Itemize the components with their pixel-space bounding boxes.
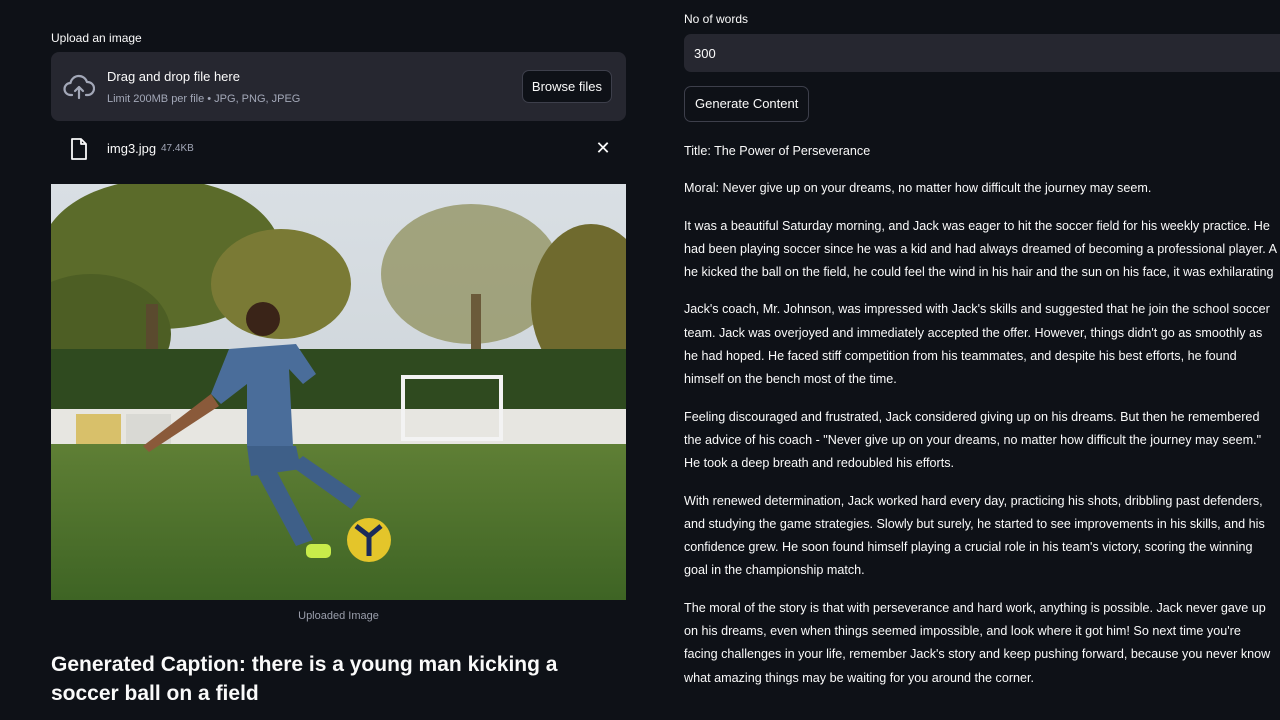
- file-name: img3.jpg: [107, 141, 157, 156]
- story-line: goal in the championship match.: [684, 563, 865, 578]
- word-count-label: No of words: [684, 12, 749, 26]
- story-paragraph: The moral of the story is that with pers…: [684, 597, 1280, 690]
- close-icon[interactable]: ✕: [594, 139, 612, 157]
- story-line: what amazing things may be waiting for y…: [684, 670, 1035, 685]
- generate-content-button[interactable]: Generate Content: [684, 86, 810, 122]
- story-line: and studying the game strategies. Slowly…: [684, 516, 1265, 531]
- story-line: himself on the bench most of the time.: [684, 372, 897, 387]
- story-line: With renewed determination, Jack worked …: [684, 493, 1263, 508]
- story-line: had been playing soccer since he was a k…: [684, 241, 1277, 256]
- browse-files-button[interactable]: Browse files: [521, 70, 612, 103]
- uploaded-image: [51, 184, 626, 600]
- file-icon: [71, 138, 87, 160]
- story-paragraph: With renewed determination, Jack worked …: [684, 490, 1280, 583]
- story-line: he kicked the ball on the field, he coul…: [684, 265, 1274, 280]
- uploaded-file-row: img3.jpg 47.4KB ✕: [51, 136, 626, 162]
- story-paragraph: Feeling discouraged and frustrated, Jack…: [684, 406, 1280, 476]
- file-size: 47.4KB: [161, 143, 194, 154]
- generated-caption: Generated Caption: there is a young man …: [51, 653, 558, 705]
- story-paragraph: It was a beautiful Saturday morning, and…: [684, 215, 1280, 285]
- story-paragraph: Jack's coach, Mr. Johnson, was impressed…: [684, 298, 1280, 391]
- story-line: the advice of his coach - "Never give up…: [684, 432, 1262, 447]
- generated-story: Title: The Power of Perseverance Moral: …: [684, 140, 1280, 704]
- story-line: facing challenges in your life, remember…: [684, 647, 1271, 662]
- dropzone-limits: Limit 200MB per file • JPG, PNG, JPEG: [107, 93, 301, 105]
- story-moral: Moral: Never give up on your dreams, no …: [684, 181, 1152, 196]
- story-line: team. Jack was overjoyed and immediately…: [684, 325, 1263, 340]
- story-title: Title: The Power of Perseverance: [684, 144, 871, 158]
- story-line: He took a deep breath and redoubled his …: [684, 456, 955, 471]
- story-line: confidence grew. He soon found himself p…: [684, 540, 1253, 555]
- story-line: It was a beautiful Saturday morning, and…: [684, 218, 1270, 233]
- story-line: The moral of the story is that with pers…: [684, 600, 1266, 615]
- upload-label: Upload an image: [51, 31, 142, 45]
- story-paragraphs: It was a beautiful Saturday morning, and…: [684, 215, 1280, 690]
- right-column: No of words Generate Content Title: The …: [684, 0, 1280, 720]
- story-line: Feeling discouraged and frustrated, Jack…: [684, 409, 1260, 424]
- story-line: Jack's coach, Mr. Johnson, was impressed…: [684, 302, 1270, 317]
- story-line: on his dreams, even when things seemed i…: [684, 624, 1241, 639]
- word-count-input[interactable]: [684, 34, 1280, 72]
- story-line: he had hoped. He faced stiff competition…: [684, 349, 1237, 364]
- image-caption: Uploaded Image: [298, 610, 379, 622]
- left-column: Upload an image Drag and drop file here …: [51, 0, 626, 720]
- dropzone-title: Drag and drop file here: [107, 69, 240, 84]
- cloud-upload-icon: [63, 74, 95, 100]
- file-dropzone[interactable]: Drag and drop file here Limit 200MB per …: [51, 52, 626, 121]
